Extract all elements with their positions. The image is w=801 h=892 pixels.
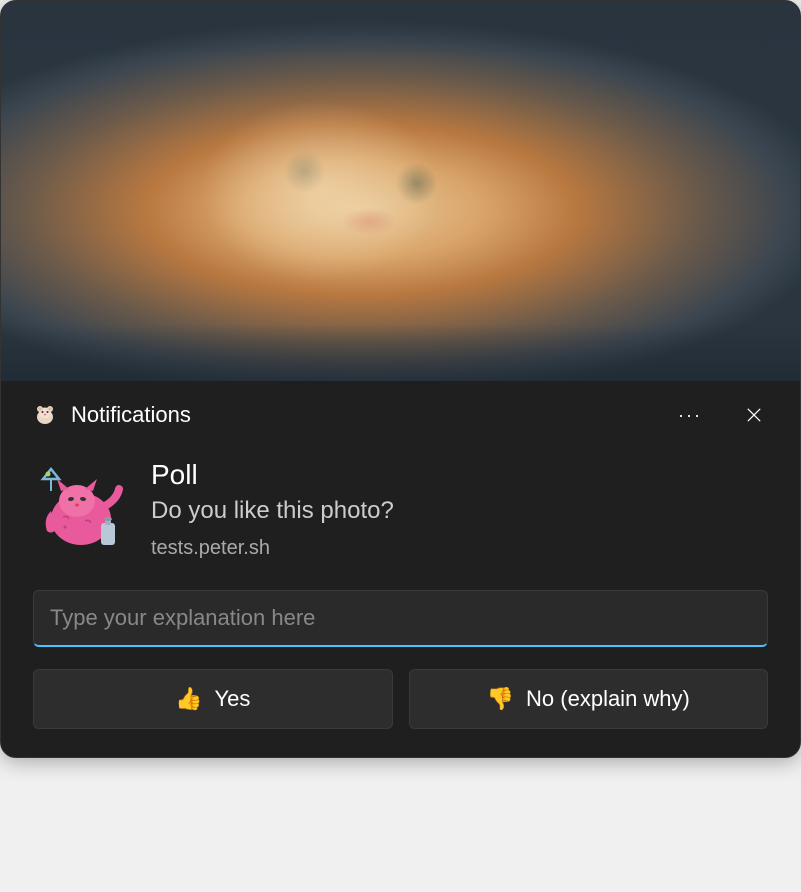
- app-icon: [33, 403, 57, 427]
- explanation-input[interactable]: [33, 590, 768, 647]
- content-icon: [33, 461, 129, 557]
- thumbs-up-icon: 👍: [175, 686, 202, 712]
- content-message: Do you like this photo?: [151, 497, 768, 525]
- cat-party-icon: [33, 461, 129, 557]
- hero-image: [1, 1, 800, 381]
- no-button-label: No (explain why): [526, 686, 690, 712]
- close-icon: [744, 405, 764, 425]
- content-source: tests.peter.sh: [151, 537, 768, 560]
- hamster-icon: [33, 403, 57, 427]
- close-button[interactable]: [740, 401, 768, 429]
- thumbs-down-icon: 👎: [487, 686, 514, 712]
- notification-body: Notifications ···: [1, 381, 800, 757]
- header-actions: ···: [670, 401, 768, 429]
- no-button[interactable]: 👎 No (explain why): [409, 669, 769, 729]
- yes-button[interactable]: 👍 Yes: [33, 669, 393, 729]
- notification-card: Notifications ···: [0, 0, 801, 758]
- more-button[interactable]: ···: [670, 402, 710, 428]
- content-row: Poll Do you like this photo? tests.peter…: [33, 457, 768, 560]
- content-text: Poll Do you like this photo? tests.peter…: [151, 457, 768, 560]
- app-name-label: Notifications: [71, 402, 656, 428]
- button-row: 👍 Yes 👎 No (explain why): [33, 669, 768, 729]
- notification-header: Notifications ···: [33, 401, 768, 429]
- yes-button-label: Yes: [215, 686, 251, 712]
- content-title: Poll: [151, 459, 768, 491]
